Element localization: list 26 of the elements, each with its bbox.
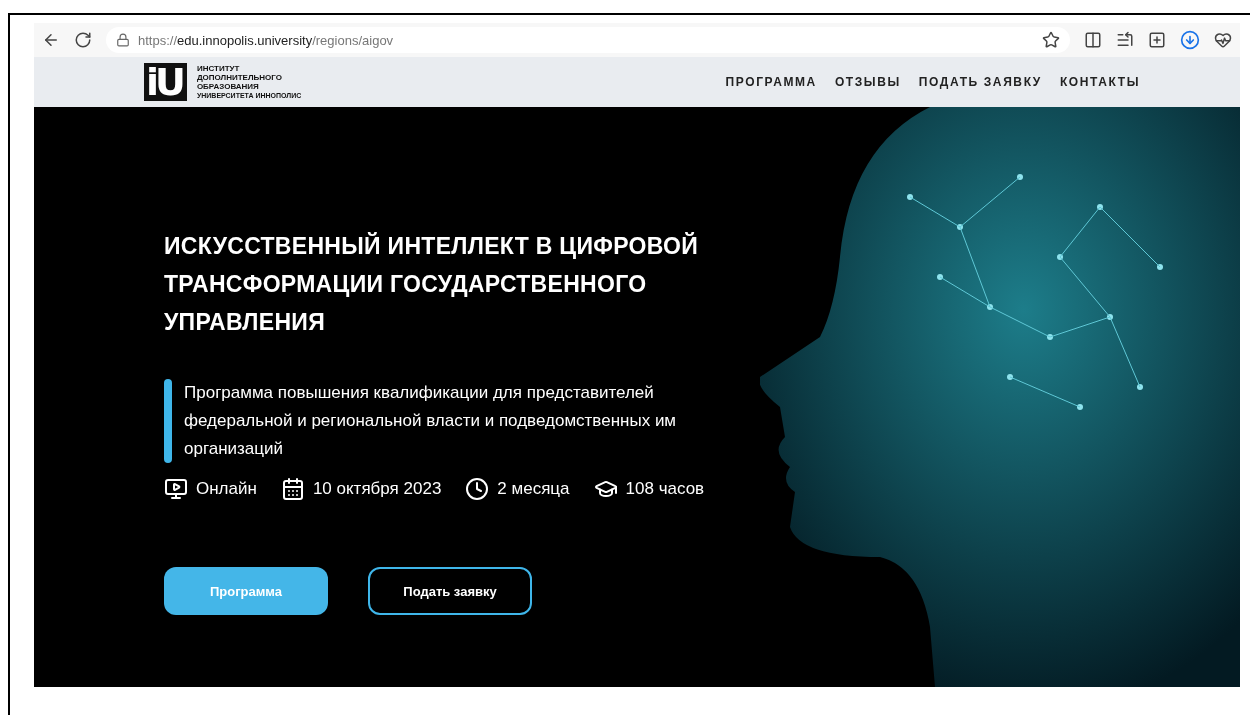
apply-button[interactable]: Подать заявку (368, 567, 532, 615)
fact-text: 108 часов (625, 479, 705, 499)
star-icon[interactable] (1042, 31, 1060, 49)
reload-icon[interactable] (74, 31, 92, 49)
hero-subtitle: Программа повышения квалификации для представителей федеральной и региональной власти и подведомственных им организаций (184, 382, 678, 460)
fact-text: Онлайн (196, 479, 257, 499)
download-icon[interactable] (1180, 30, 1200, 50)
back-icon[interactable] (42, 31, 60, 49)
favorites-icon[interactable] (1116, 31, 1134, 49)
split-view-icon[interactable] (1084, 31, 1102, 49)
lock-icon (116, 33, 130, 47)
nav-link[interactable]: ПОДАТЬ ЗАЯВКУ (918, 75, 1042, 89)
video-monitor-icon (164, 477, 188, 501)
fact-text: 2 месяца (497, 479, 570, 499)
hero-title: ИСКУССТВЕННЫЙ ИНТЕЛЛЕКТ В ЦИФРОВОЙ ТРАНСФОРМАЦИИ ГОСУДАРСТВЕННОГО УПРАВЛЕНИЯ (164, 231, 700, 337)
collections-icon[interactable] (1148, 31, 1166, 49)
logo-mark[interactable]: iU (144, 63, 187, 101)
heart-pulse-icon[interactable] (1214, 31, 1232, 49)
nav-link[interactable]: КОНТАКТЫ (1059, 75, 1140, 89)
clock-icon (465, 477, 490, 501)
url-text: https://edu.innopolis.university/regions/aigov (138, 32, 394, 48)
address-bar[interactable]: https://edu.innopolis.university/regions/aigov (106, 27, 1070, 53)
nav-link[interactable]: ПРОГРАММА (725, 75, 817, 89)
calendar-icon (280, 477, 305, 501)
nav-link[interactable]: ОТЗЫВЫ (834, 75, 901, 89)
fact-text: 10 октября 2023 (312, 479, 442, 499)
